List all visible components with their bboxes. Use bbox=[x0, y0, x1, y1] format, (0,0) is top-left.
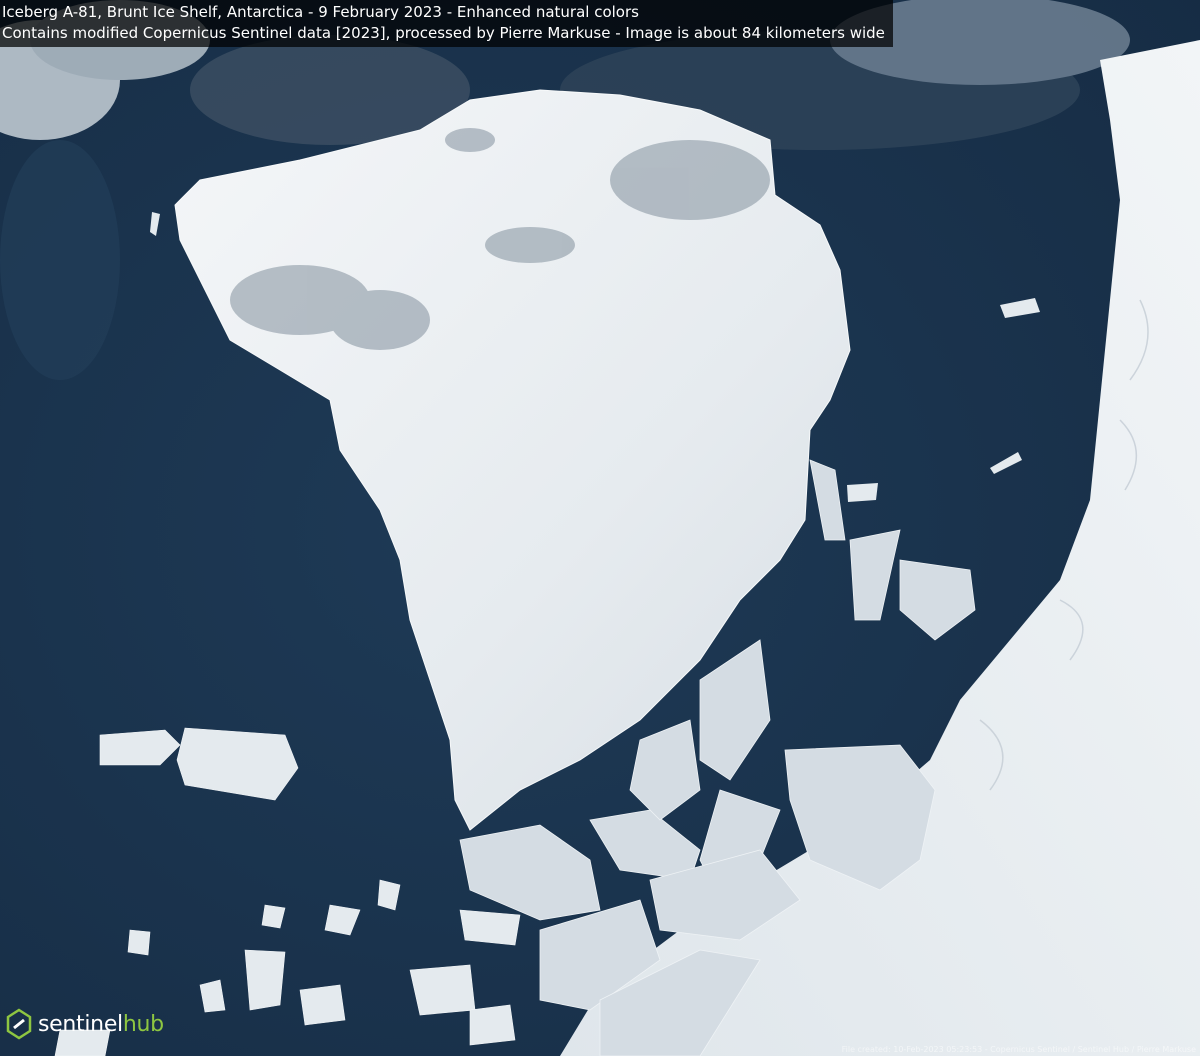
satellite-image: Iceberg A-81, Brunt Ice Shelf, Antarctic… bbox=[0, 0, 1200, 1056]
caption-line-credit: Contains modified Copernicus Sentinel da… bbox=[2, 24, 885, 42]
satellite-scene bbox=[0, 0, 1200, 1056]
logo-text-sentinel: sentinel bbox=[38, 1011, 123, 1037]
logo-text: sentinelhub bbox=[38, 1012, 164, 1037]
caption-line-title: Iceberg A-81, Brunt Ice Shelf, Antarctic… bbox=[2, 3, 639, 21]
sentinel-hub-logo-icon bbox=[6, 1008, 32, 1040]
sentinel-hub-logo: sentinelhub bbox=[4, 1008, 164, 1040]
logo-text-hub: hub bbox=[122, 1011, 164, 1037]
file-credit: File created: 10-Feb-2023 05:23:53 - Cop… bbox=[841, 1045, 1196, 1054]
image-caption: Iceberg A-81, Brunt Ice Shelf, Antarctic… bbox=[0, 0, 893, 47]
